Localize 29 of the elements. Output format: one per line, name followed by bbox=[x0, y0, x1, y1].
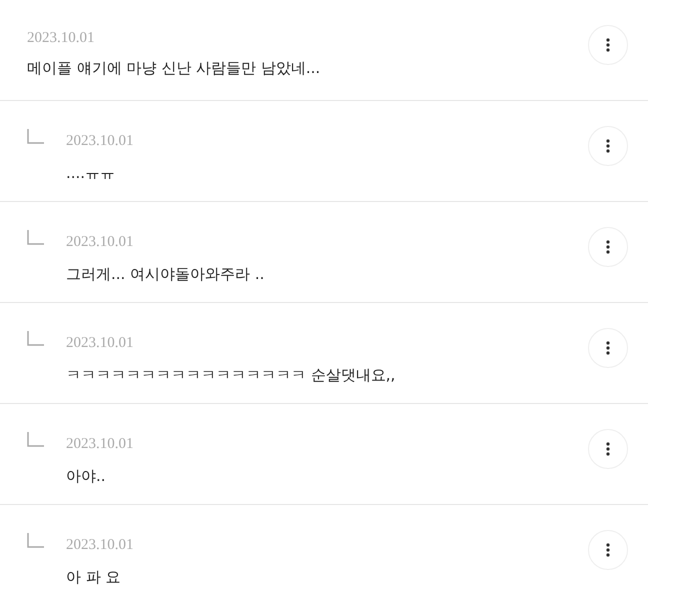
comment-date: 2023.10.01 bbox=[66, 436, 134, 453]
comment-date: 2023.10.01 bbox=[66, 537, 134, 554]
comment-date: 2023.10.01 bbox=[66, 133, 134, 150]
more-options-button[interactable] bbox=[588, 429, 628, 469]
comment-text: 아야.. bbox=[66, 467, 107, 486]
reply-indent-icon bbox=[27, 129, 44, 144]
more-icon bbox=[606, 543, 610, 557]
more-icon bbox=[606, 240, 610, 254]
comment-date: 2023.10.01 bbox=[66, 234, 134, 251]
reply-indent-icon bbox=[27, 533, 44, 548]
comment-text: 그러게... 여시야돌아와주라 .. bbox=[66, 265, 266, 284]
more-icon bbox=[606, 442, 610, 456]
more-options-button[interactable] bbox=[588, 126, 628, 166]
reply-indent-icon bbox=[27, 230, 44, 245]
more-icon bbox=[606, 139, 610, 153]
more-options-button[interactable] bbox=[588, 530, 628, 570]
comment-date: 2023.10.01 bbox=[27, 30, 96, 47]
more-options-button[interactable] bbox=[588, 227, 628, 267]
comment-date: 2023.10.01 bbox=[66, 335, 134, 352]
more-icon bbox=[606, 341, 610, 355]
reply-indent-icon bbox=[27, 331, 44, 346]
comment-text: ....ㅠㅠ bbox=[66, 164, 116, 183]
comment-text: 메이플 얘기에 마냥 신난 사람들만 남았네... bbox=[27, 59, 322, 78]
reply-indent-icon bbox=[27, 432, 44, 447]
comment-text: ㅋㅋㅋㅋㅋㅋㅋㅋㅋㅋㅋㅋㅋㅋㅋㅋ 순살댓내요,, bbox=[66, 366, 396, 385]
more-options-button[interactable] bbox=[588, 25, 628, 65]
more-options-button[interactable] bbox=[588, 328, 628, 368]
comment-text: 아 파 요 bbox=[66, 568, 122, 587]
more-icon bbox=[606, 38, 610, 52]
